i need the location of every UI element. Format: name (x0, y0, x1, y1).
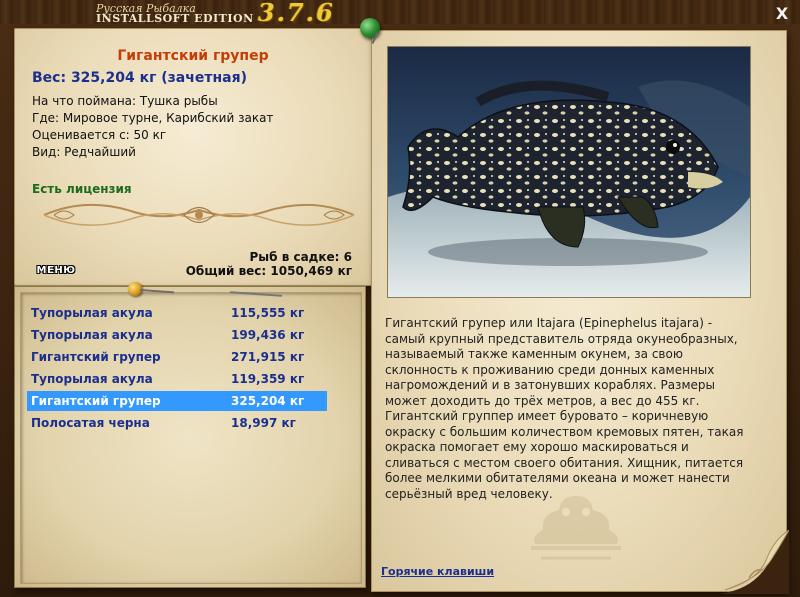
fish-rarity: Вид: Редчайший (32, 145, 136, 159)
list-item-weight: 325,204 кг (231, 394, 305, 408)
list-item-name: Тупорылая акула (31, 328, 153, 342)
logo-version: 3.7.6 (258, 0, 335, 27)
app-window: Русская Рыбалка INSTALLSOFT EDITION 3.7.… (0, 0, 800, 597)
fish-info-panel: Гигантский групер Вес: 325,204 кг (зачет… (14, 28, 372, 286)
list-item-name: Тупорылая акула (31, 306, 153, 320)
list-item-name: Тупорылая акула (31, 372, 153, 386)
total-weight: Общий вес: 1050,469 кг (185, 264, 352, 278)
list-item-weight: 18,997 кг (231, 416, 296, 430)
photo-fish (387, 46, 751, 298)
page-curl-icon[interactable] (719, 530, 789, 594)
list-item-weight: 199,436 кг (231, 328, 305, 342)
catch-list: Тупорылая акула 115,555 кг Тупорылая аку… (20, 292, 362, 584)
menu-button[interactable]: МЕНЮ (34, 264, 78, 278)
app-logo: Русская Рыбалка INSTALLSOFT EDITION 3.7.… (96, 0, 333, 27)
list-item[interactable]: Полосатая черна 18,997 кг (27, 413, 327, 433)
list-item-weight: 115,555 кг (231, 306, 305, 320)
catch-list-panel: Тупорылая акула 115,555 кг Тупорылая аку… (14, 286, 366, 588)
ornament-divider (43, 203, 355, 226)
license-status: Есть лицензия (32, 182, 132, 196)
fish-value: Оценивается с: 50 кг (32, 128, 167, 142)
fish-name: Гигантский групер (117, 48, 269, 64)
fish-description: Гигантский групер или Itajara (Epinephel… (385, 316, 744, 501)
fish-place: Где: Мировое турне, Карибский закат (32, 111, 274, 125)
list-item-weight: 119,359 кг (231, 372, 305, 386)
description-panel: Гигантский групер или Itajara (Epinephel… (371, 30, 789, 594)
cage-count: Рыб в садке: 6 (249, 250, 353, 264)
list-item-selected[interactable]: Гигантский групер 325,204 кг (27, 391, 327, 411)
list-item[interactable]: Гигантский групер 271,915 кг (27, 347, 327, 367)
list-item-weight: 271,915 кг (231, 350, 305, 364)
list-item[interactable]: Тупорылая акула 199,436 кг (27, 325, 327, 345)
logo-title-en: INSTALLSOFT EDITION (96, 12, 254, 25)
close-button[interactable]: X (774, 6, 790, 22)
list-item[interactable]: Тупорылая акула 115,555 кг (27, 303, 327, 323)
fish-bait: На что поймана: Тушка рыбы (32, 94, 218, 108)
list-item-name: Гигантский групер (31, 350, 161, 364)
hotkeys-link[interactable]: Горячие клавиши (381, 565, 494, 578)
fish-weight: Вес: 325,204 кг (зачетная) (32, 70, 247, 86)
list-item[interactable]: Тупорылая акула 119,359 кг (27, 369, 327, 389)
list-item-name: Гигантский групер (31, 394, 161, 408)
list-item-name: Полосатая черна (31, 416, 150, 430)
stamp-logo-icon (531, 496, 621, 560)
